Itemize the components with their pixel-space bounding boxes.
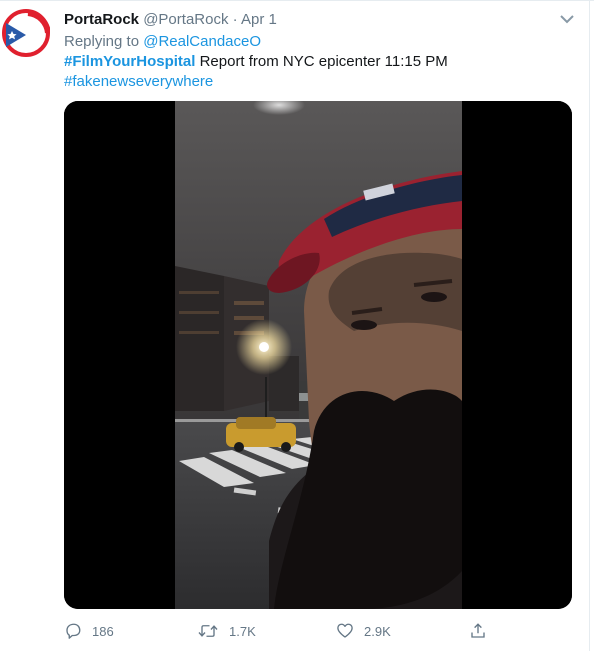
handle[interactable]: @PortaRock <box>143 11 228 28</box>
tweet-header: PortaRock @PortaRock · Apr 1 <box>64 10 277 30</box>
more-chevron-icon[interactable] <box>557 12 577 26</box>
tweet-date[interactable]: Apr 1 <box>241 11 277 28</box>
avatar[interactable] <box>2 9 51 57</box>
reply-count: 186 <box>92 623 114 639</box>
tweet-text-line2: #fakenewseverywhere <box>64 72 213 92</box>
tweet-body: Report from NYC epicenter 11:15 PM <box>199 53 448 70</box>
video-frame <box>64 101 572 609</box>
video-player[interactable] <box>64 101 572 609</box>
like-action[interactable]: 2.9K <box>336 620 391 642</box>
display-name[interactable]: PortaRock <box>64 11 139 28</box>
retweet-icon <box>198 625 218 637</box>
like-icon <box>337 623 353 638</box>
replying-prefix: Replying to <box>64 33 140 50</box>
tweet-text: #FilmYourHospital Report from NYC epicen… <box>64 52 448 72</box>
separator: · <box>232 11 238 28</box>
replying-to: Replying to @RealCandaceO <box>64 32 261 52</box>
top-divider <box>0 0 594 1</box>
right-divider <box>589 0 590 651</box>
retweet-action[interactable]: 1.7K <box>197 620 256 642</box>
avatar-logo <box>2 9 51 57</box>
share-action[interactable] <box>469 620 497 642</box>
share-icon <box>471 623 485 638</box>
retweet-count: 1.7K <box>229 623 256 639</box>
hashtag-secondary[interactable]: #fakenewseverywhere <box>64 73 213 90</box>
hashtag-primary[interactable]: #FilmYourHospital <box>64 53 195 70</box>
reply-action[interactable]: 186 <box>64 620 114 642</box>
like-count: 2.9K <box>364 623 391 639</box>
action-bar: 186 1.7K 2.9K <box>64 620 494 642</box>
reply-icon <box>66 623 81 639</box>
replying-to-user[interactable]: @RealCandaceO <box>143 33 261 50</box>
